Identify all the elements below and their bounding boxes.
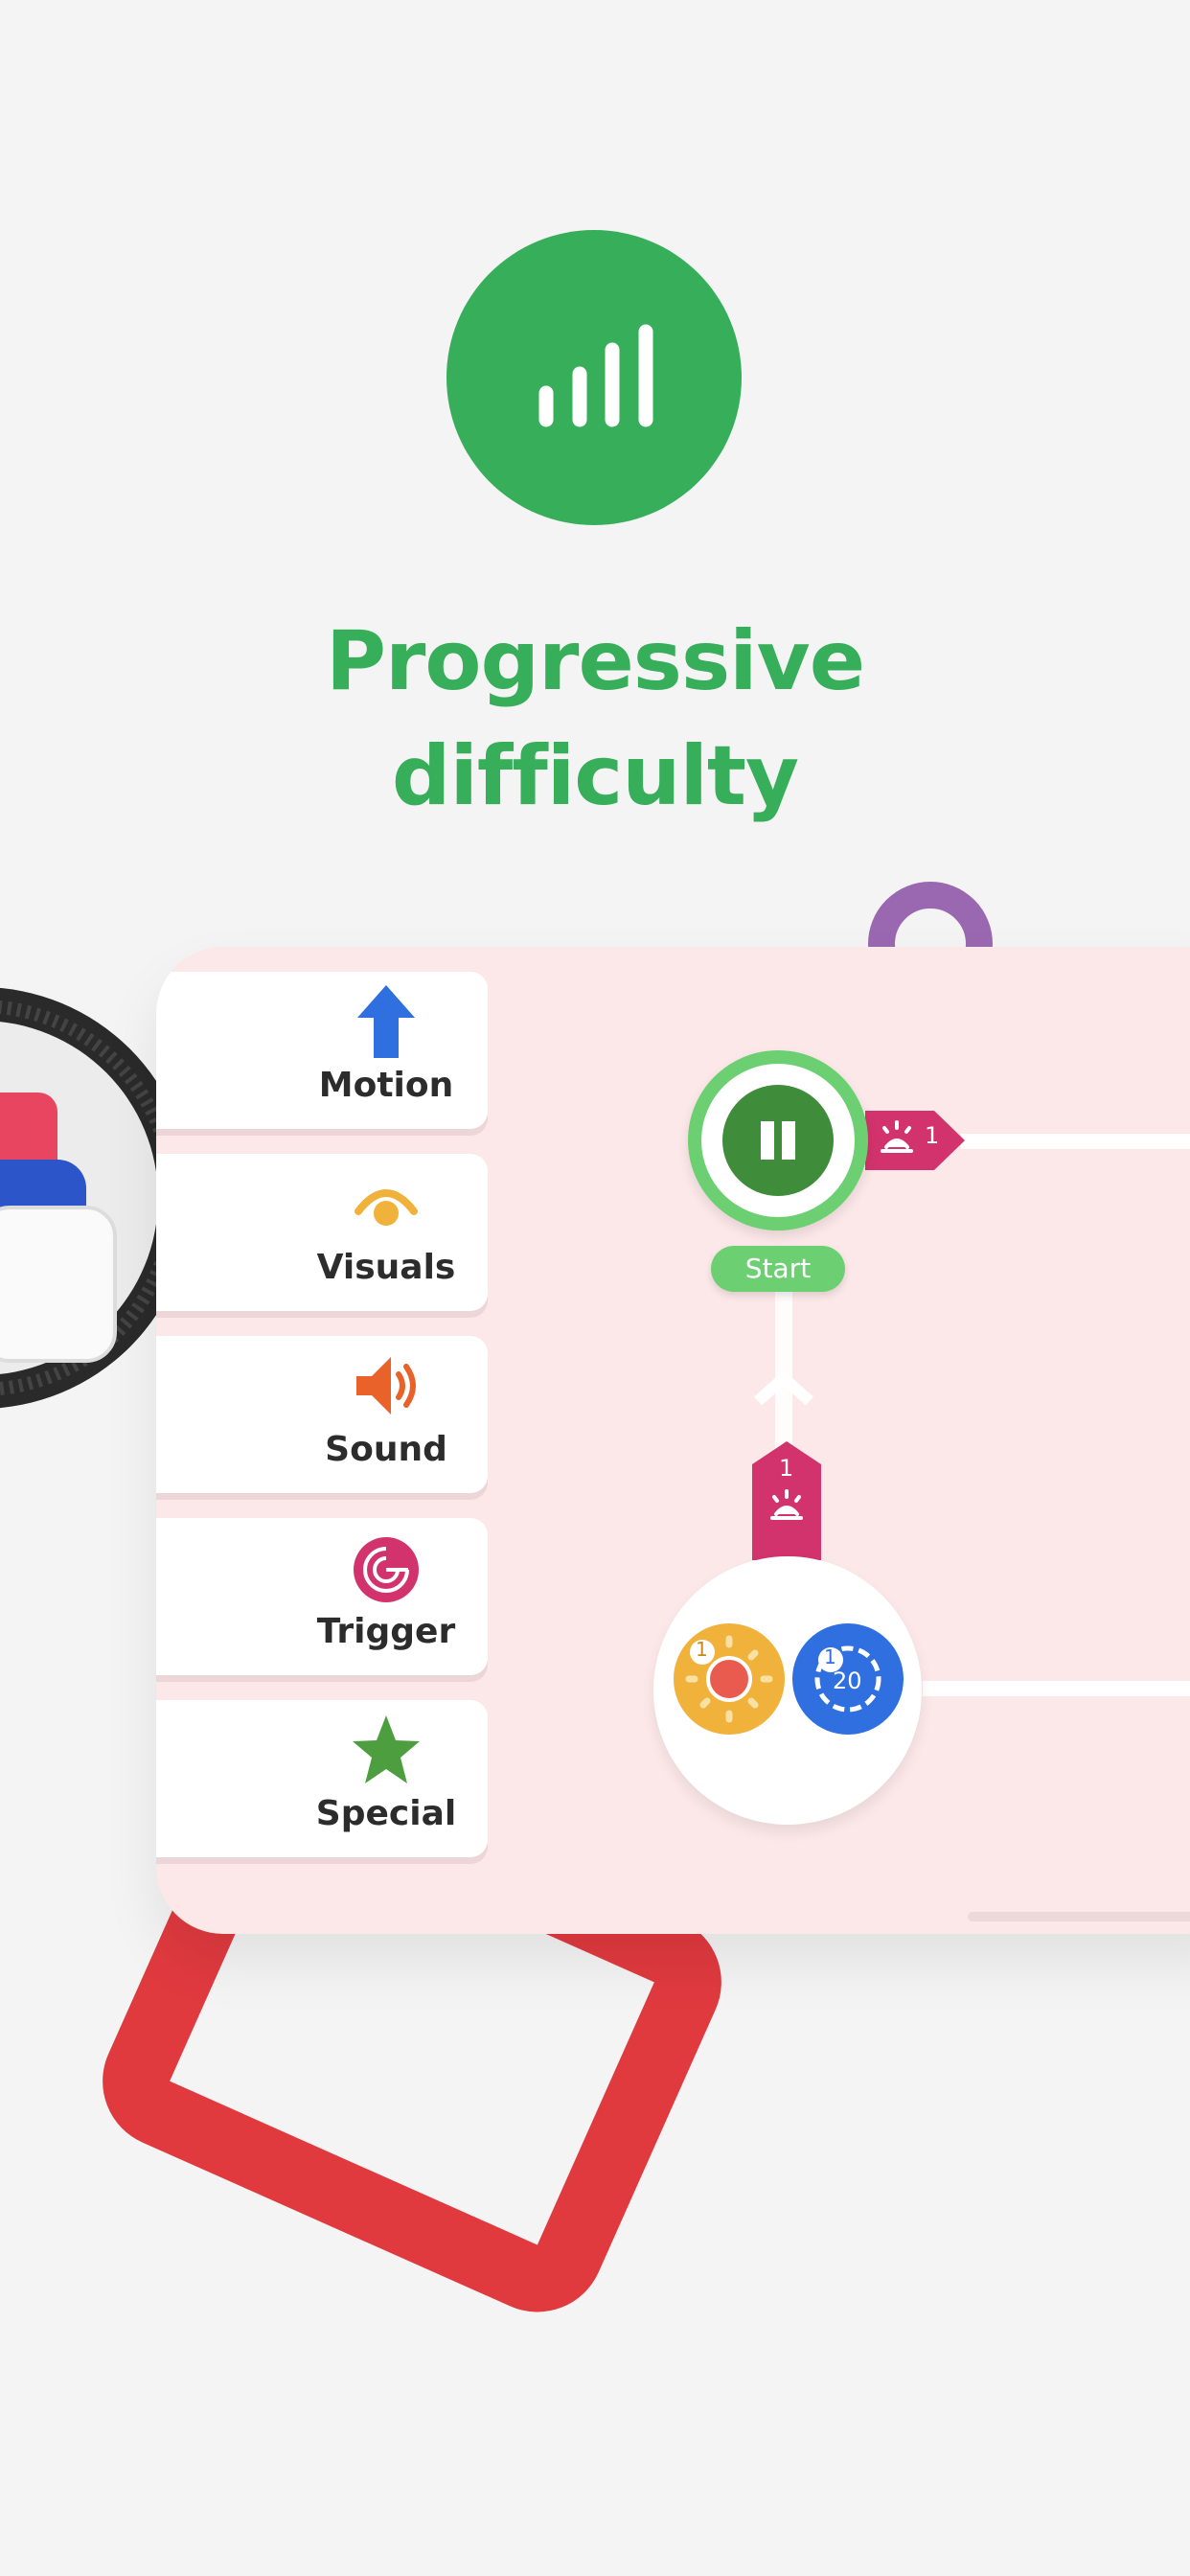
title-line-2: difficulty xyxy=(391,728,799,824)
up-arrow-icon xyxy=(357,985,415,1058)
category-trigger[interactable]: Trigger xyxy=(156,1518,488,1675)
category-label: Special xyxy=(315,1794,457,1833)
robot-image xyxy=(0,987,163,1409)
start-node[interactable] xyxy=(688,1050,868,1230)
gear-badge: 1 xyxy=(824,1645,836,1668)
coding-canvas-panel: Motion Visuals Sound Trigger Special 1 S… xyxy=(156,947,1190,1934)
category-visuals[interactable]: Visuals xyxy=(156,1154,488,1311)
tag-count: 1 xyxy=(925,1122,940,1149)
progress-badge xyxy=(446,230,742,525)
trigger-tag-up[interactable]: 1 xyxy=(750,1441,823,1560)
category-sound[interactable]: Sound xyxy=(156,1336,488,1493)
tag-count: 1 xyxy=(779,1455,794,1482)
speaker-icon xyxy=(356,1357,416,1414)
gear-action[interactable]: 1 20 xyxy=(792,1623,904,1735)
connector-line xyxy=(961,1134,1190,1149)
start-label: Start xyxy=(711,1246,845,1292)
pause-button[interactable] xyxy=(722,1085,834,1196)
category-label: Motion xyxy=(318,1066,454,1105)
category-label: Sound xyxy=(325,1430,447,1469)
light-icon xyxy=(685,1635,773,1723)
page-title: Progressive difficulty xyxy=(0,604,1190,834)
eye-light-icon xyxy=(355,1189,418,1226)
connector-line xyxy=(923,1681,1190,1696)
category-motion[interactable]: Motion xyxy=(156,972,488,1129)
tag-shape xyxy=(865,1111,965,1170)
light-badge: 1 xyxy=(696,1638,708,1661)
radar-icon xyxy=(354,1537,419,1602)
trigger-tag-right[interactable]: 1 xyxy=(865,1105,971,1176)
gear-value: 20 xyxy=(833,1668,862,1694)
category-special[interactable]: Special xyxy=(156,1700,488,1857)
category-label: Visuals xyxy=(316,1248,456,1287)
pause-icon xyxy=(761,1121,795,1160)
category-label: Trigger xyxy=(316,1612,456,1651)
title-line-1: Progressive xyxy=(325,613,865,709)
light-action[interactable]: 1 xyxy=(674,1623,785,1735)
action-node[interactable]: 1 1 20 xyxy=(653,1556,922,1825)
signal-bars-icon xyxy=(538,324,653,427)
star-icon xyxy=(353,1715,420,1783)
horizontal-scrollbar[interactable] xyxy=(968,1912,1190,1921)
chevron-up-icon xyxy=(754,1372,813,1406)
